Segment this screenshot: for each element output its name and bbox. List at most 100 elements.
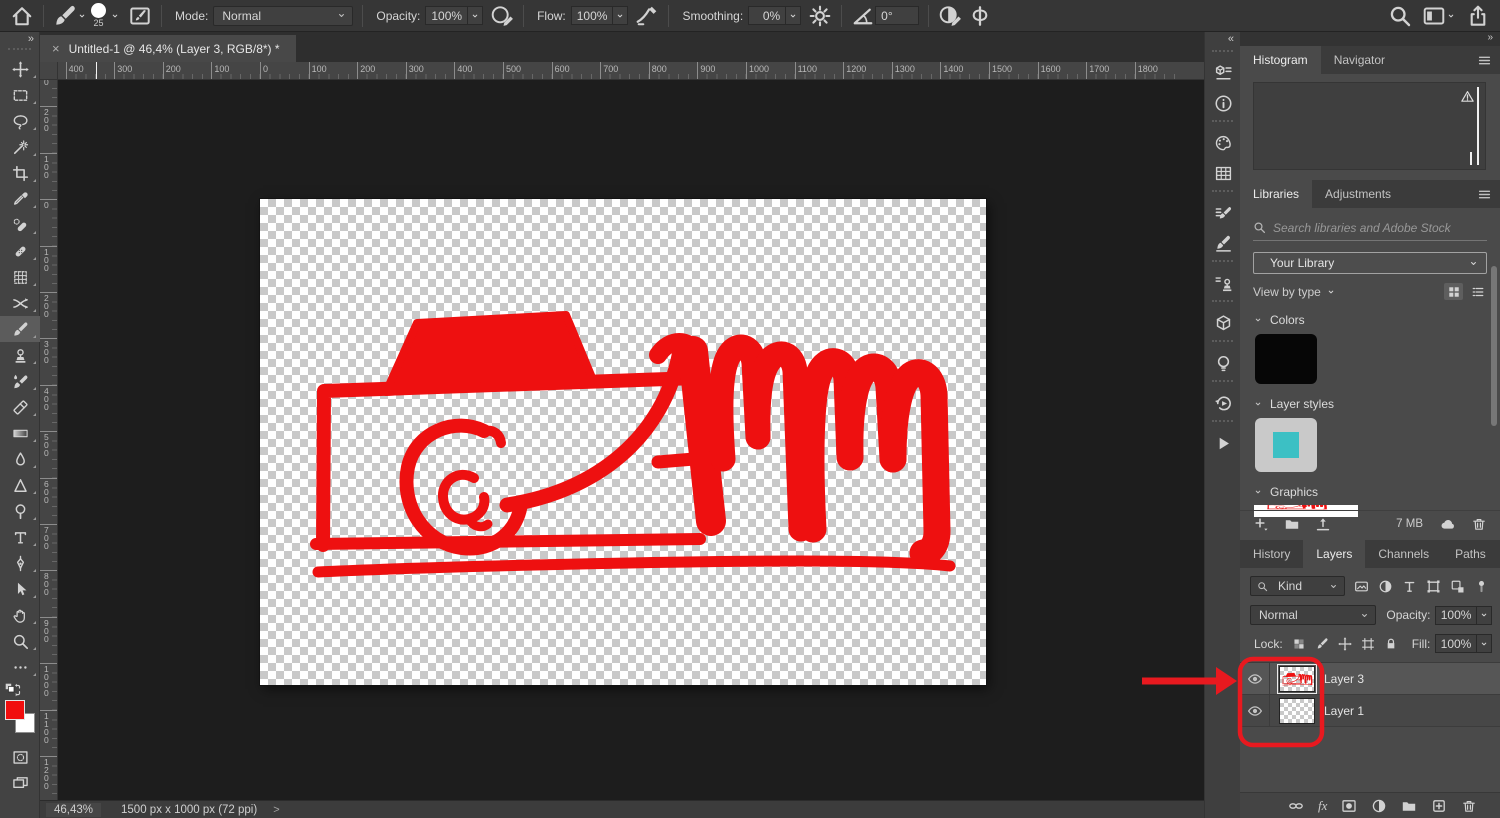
lock-transparency-icon[interactable] [1292, 637, 1306, 651]
panel-grip[interactable] [1212, 50, 1233, 58]
brush-settings-toggle-icon[interactable] [128, 4, 152, 28]
layer-row[interactable]: Layer 1 [1240, 695, 1500, 727]
close-icon[interactable]: × [52, 41, 60, 56]
flow-dropdown[interactable] [613, 6, 628, 25]
tab-channels[interactable]: Channels [1365, 540, 1442, 568]
swap-colors-icon[interactable] [4, 682, 21, 699]
tab-histogram[interactable]: Histogram [1240, 46, 1321, 74]
tab-history[interactable]: History [1240, 540, 1303, 568]
panel-grip[interactable] [1212, 420, 1233, 428]
brush-angle-input[interactable]: 0° [875, 6, 919, 25]
layer-fill-dropdown[interactable] [1477, 634, 1492, 653]
chevron-down-icon[interactable] [110, 11, 120, 21]
workspace-icon[interactable] [1422, 4, 1446, 28]
path-select-tool[interactable] [0, 576, 40, 602]
dock-collapse-button[interactable]: » [1240, 32, 1500, 46]
history-panel-button[interactable] [1205, 388, 1241, 418]
cloud-sync-icon[interactable] [1440, 516, 1456, 532]
layer-opacity-dropdown[interactable] [1477, 606, 1492, 625]
layer-thumbnail[interactable] [1279, 698, 1315, 724]
more-tools-tool[interactable] [0, 654, 40, 680]
gradient-tool[interactable] [0, 420, 40, 446]
grid-view-button[interactable] [1444, 283, 1463, 300]
opacity-input[interactable]: 100% [425, 6, 468, 25]
layer-name[interactable]: Layer 3 [1324, 672, 1364, 686]
layer-styles-section-header[interactable]: Layer styles [1253, 397, 1487, 411]
horizontal-ruler[interactable]: 4003002001000100200300400500600700800900… [58, 62, 1204, 80]
filter-smart-objects-icon[interactable] [1450, 579, 1465, 594]
properties-panel-button[interactable] [1205, 58, 1241, 88]
panel-grip[interactable] [1212, 300, 1233, 308]
home-icon[interactable] [10, 4, 34, 28]
layer-blend-mode-select[interactable]: Normal [1250, 605, 1376, 625]
pressure-size-icon[interactable] [938, 4, 962, 28]
toolbar-grip[interactable] [8, 48, 31, 56]
hand-tool[interactable] [0, 602, 40, 628]
panel-menu-icon[interactable] [1477, 53, 1492, 68]
vertical-ruler[interactable]: 3 0 02 0 01 0 001 0 02 0 03 0 04 0 05 0 … [40, 80, 58, 800]
tab-layers[interactable]: Layers [1303, 540, 1365, 568]
type-tool[interactable] [0, 524, 40, 550]
screen-mode-tool[interactable] [0, 770, 40, 796]
colors-section-header[interactable]: Colors [1253, 313, 1487, 327]
eyedropper-tool[interactable] [0, 186, 40, 212]
clone-stamp-tool[interactable] [0, 342, 40, 368]
scrollbar[interactable] [1491, 266, 1497, 426]
add-mask-icon[interactable] [1341, 798, 1357, 814]
healing-brush-tool[interactable] [0, 238, 40, 264]
chevron-down-icon[interactable] [1326, 287, 1336, 297]
sharpen-tool[interactable] [0, 472, 40, 498]
layer-thumbnail[interactable] [1279, 666, 1315, 692]
smoothing-input[interactable]: 0% [748, 6, 786, 25]
lightbulb-panel-button[interactable] [1205, 348, 1241, 378]
filter-toggle-icon[interactable] [1474, 579, 1489, 594]
panel-menu-icon[interactable] [1477, 187, 1492, 202]
canvas[interactable] [260, 199, 986, 685]
flow-input[interactable]: 100% [571, 6, 614, 25]
actions-play-panel-button[interactable] [1205, 428, 1241, 458]
toolbar-expand-button[interactable]: » [0, 32, 39, 48]
panel-grip[interactable] [1212, 190, 1233, 198]
upload-icon[interactable] [1315, 516, 1331, 532]
brush-preset-picker[interactable]: 25 [91, 3, 106, 28]
filter-adjustment-layers-icon[interactable] [1378, 579, 1393, 594]
graphics-section-header[interactable]: Graphics [1253, 485, 1487, 499]
filter-type-layers-icon[interactable] [1402, 579, 1417, 594]
brush-settings-panel-button[interactable] [1205, 198, 1241, 228]
magic-wand-tool[interactable] [0, 134, 40, 160]
share-icon[interactable] [1466, 4, 1490, 28]
spot-healing-tool[interactable] [0, 212, 40, 238]
lock-artboard-icon[interactable] [1361, 637, 1375, 651]
strip-collapse-button[interactable]: « [1205, 32, 1240, 48]
filter-shape-layers-icon[interactable] [1426, 579, 1441, 594]
airbrush-icon[interactable] [635, 4, 659, 28]
trash-icon[interactable] [1471, 516, 1487, 532]
list-view-button[interactable] [1468, 283, 1487, 300]
chevron-down-icon[interactable] [1446, 11, 1456, 21]
blend-mode-select[interactable]: Normal [213, 6, 353, 26]
clone-source-panel-button[interactable] [1205, 268, 1241, 298]
zoom-tool[interactable] [0, 628, 40, 654]
panel-grip[interactable] [1212, 260, 1233, 268]
new-group-icon[interactable] [1401, 798, 1417, 814]
library-layer-style-swatch[interactable] [1255, 418, 1317, 472]
library-color-swatch[interactable] [1255, 334, 1317, 384]
smoothing-dropdown[interactable] [786, 6, 801, 25]
lock-all-icon[interactable] [1384, 637, 1398, 651]
link-layers-icon[interactable] [1288, 798, 1304, 814]
add-element-icon[interactable] [1253, 516, 1269, 532]
marquee-tool[interactable] [0, 82, 40, 108]
search-icon[interactable] [1388, 4, 1412, 28]
opacity-dropdown[interactable] [468, 6, 483, 25]
layer-style-fx-button[interactable]: fx [1318, 798, 1327, 814]
symmetry-icon[interactable] [968, 4, 992, 28]
mixer-brush-tool[interactable] [0, 368, 40, 394]
tab-adjustments[interactable]: Adjustments [1312, 180, 1404, 208]
info-panel-button[interactable] [1205, 88, 1241, 118]
document-tab[interactable]: × Untitled-1 @ 46,4% (Layer 3, RGB/8*) * [40, 35, 296, 62]
library-select[interactable]: Your Library [1253, 252, 1487, 274]
brush-tool-icon[interactable] [53, 4, 77, 28]
warning-icon[interactable] [1460, 89, 1475, 104]
tab-libraries[interactable]: Libraries [1240, 180, 1312, 208]
layer-row[interactable]: Layer 3 [1240, 663, 1500, 695]
